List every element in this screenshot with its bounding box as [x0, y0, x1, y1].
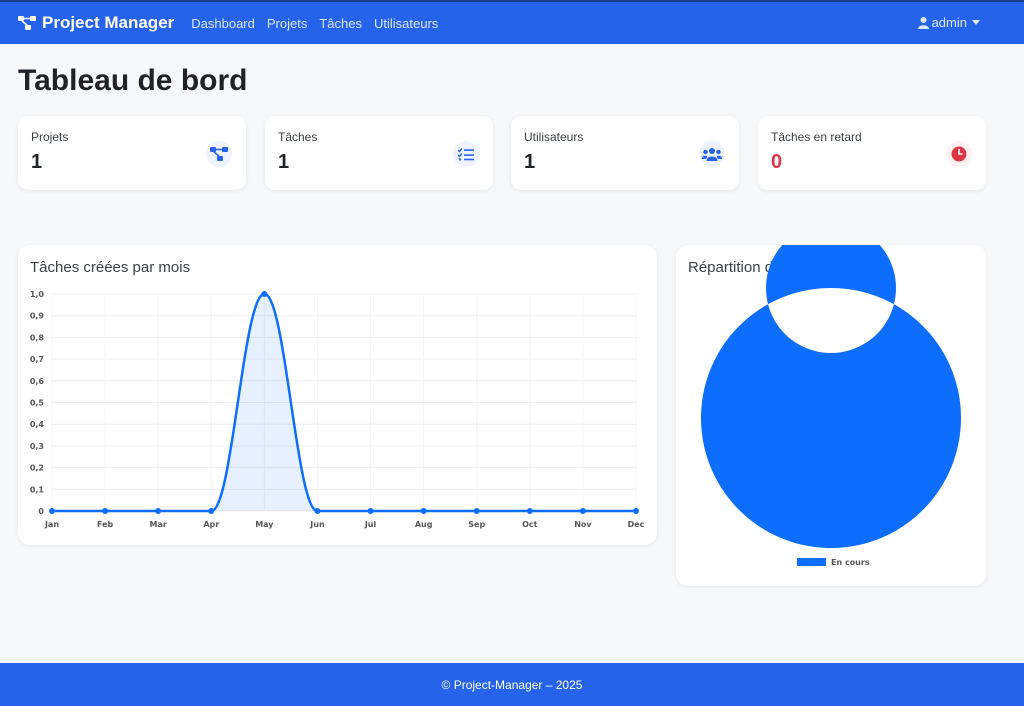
data-point: [473, 508, 480, 514]
user-icon: [917, 16, 929, 29]
y-tick-label: 0,4: [30, 420, 45, 429]
status-distribution-panel: Répartition des statuts En cours: [676, 245, 986, 586]
data-point: [579, 508, 586, 514]
x-tick-label: Dec: [628, 520, 645, 529]
y-tick-label: 0,8: [30, 333, 45, 342]
y-tick-label: 0,7: [30, 355, 44, 364]
users-icon: [699, 141, 725, 167]
stat-card-utilisateurs: Utilisateurs 1: [511, 116, 739, 190]
nav-dashboard[interactable]: Dashboard: [191, 16, 255, 31]
y-tick-label: 0,9: [30, 312, 45, 321]
footer-text: © Project-Manager – 2025: [441, 677, 583, 692]
y-tick-label: 0,1: [30, 485, 45, 494]
data-point: [526, 508, 533, 514]
x-tick-label: Sep: [468, 520, 485, 529]
stat-label: Tâches: [278, 130, 318, 144]
data-point: [155, 508, 162, 514]
y-tick-label: 0,3: [30, 442, 44, 451]
tasks-per-month-chart: 0 0,1 0,2 0,3 0,4 0,5 0,6 0,7 0,8 0,9 1,0 Jan Feb Mar…: [30, 290, 645, 529]
x-tick-label: Apr: [203, 520, 219, 529]
stat-value: 0: [771, 151, 783, 173]
user-menu[interactable]: admin: [917, 15, 980, 30]
x-tick-label: May: [255, 520, 274, 529]
y-tick-label: 0,5: [30, 399, 45, 408]
footer: © Project-Manager – 2025: [0, 663, 1024, 706]
chevron-down-icon: [972, 20, 980, 25]
project-diagram-icon: [206, 141, 232, 167]
y-tick-label: 0: [38, 507, 44, 516]
stat-label: Utilisateurs: [524, 130, 584, 144]
x-tick-label: Oct: [522, 520, 538, 529]
y-tick-label: 0,6: [30, 377, 45, 386]
stat-card-projets: Projets 1: [18, 116, 246, 190]
data-point: [314, 508, 321, 514]
y-tick-label: 1,0: [30, 290, 45, 299]
x-tick-label: Nov: [574, 520, 592, 529]
legend-swatch: [797, 558, 826, 566]
stat-label: Tâches en retard: [771, 130, 862, 144]
x-tick-label: Jan: [44, 520, 59, 529]
stat-value: 1: [31, 151, 43, 173]
x-tick-label: Jun: [309, 520, 325, 529]
data-point: [208, 508, 215, 514]
stat-card-taches: Tâches 1: [265, 116, 493, 190]
x-tick-label: Feb: [97, 520, 114, 529]
x-tick-label: Jul: [364, 520, 377, 529]
y-tick-label: 0,2: [30, 464, 44, 473]
nav-utilisateurs[interactable]: Utilisateurs: [374, 16, 438, 31]
data-point: [633, 508, 639, 514]
page-title: Tableau de bord: [18, 64, 248, 97]
stat-card-retard: Tâches en retard 0: [758, 116, 986, 190]
user-name: admin: [931, 15, 967, 30]
brand-link[interactable]: Project Manager: [18, 13, 174, 33]
data-point: [261, 291, 268, 297]
stat-value: 1: [278, 151, 290, 173]
tasks-icon: [453, 141, 479, 167]
data-point: [102, 508, 109, 514]
tasks-per-month-panel: Tâches créées par mois 0 0,1 0,2 0,3 0,4 0,5 0…: [18, 245, 657, 545]
status-doughnut-chart: En cours: [701, 245, 961, 567]
navbar: Project Manager Dashboard Projets Tâches…: [0, 0, 1024, 44]
clock-icon: [946, 141, 972, 167]
data-point: [367, 508, 374, 514]
brand-name: Project Manager: [42, 13, 175, 32]
project-diagram-icon: [18, 16, 36, 30]
data-point: [420, 508, 427, 514]
x-tick-label: Mar: [150, 520, 167, 529]
data-point: [49, 508, 55, 514]
stat-label: Projets: [31, 130, 69, 144]
nav-links: Dashboard Projets Tâches Utilisateurs: [191, 16, 450, 31]
x-tick-label: Aug: [415, 520, 433, 529]
stat-value: 1: [524, 151, 536, 173]
legend-label: En cours: [831, 558, 870, 567]
nav-projets[interactable]: Projets: [267, 16, 307, 31]
nav-taches[interactable]: Tâches: [319, 16, 362, 31]
